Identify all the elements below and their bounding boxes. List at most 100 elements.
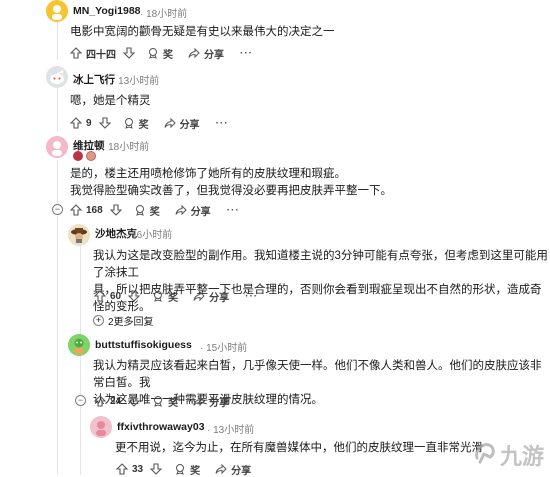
downvote-icon[interactable] [127, 394, 141, 408]
reward-button[interactable]: 奖 [173, 462, 200, 477]
avatar[interactable] [90, 416, 112, 438]
comment-line: 嗯，她是个精灵 [70, 95, 151, 107]
downvote-icon[interactable] [127, 289, 141, 303]
avatar[interactable] [68, 224, 90, 246]
reward-label: 奖 [138, 119, 149, 131]
reward-label: 奖 [163, 49, 173, 61]
vote-count: 9 [86, 117, 92, 129]
share-icon [174, 203, 188, 217]
comment-actions: 60 奖 分享 ··· [93, 289, 258, 304]
flair-badges [73, 151, 96, 161]
comment-line: 是的，楼主还用喷枪修饰了她所有的皮肤纹理和瑕疵。 [70, 168, 346, 180]
award-icon [151, 394, 165, 408]
comment-line: 我认为这是改变脸型的副作用。我知道楼主说的3分钟可能有点夸张，但考虑到这里可能用… [93, 250, 548, 279]
thread-line[interactable] [57, 84, 58, 132]
award-icon [151, 289, 165, 303]
comment-line: 我觉得脸型确实改善了，但我觉得没必要再把皮肤弄平整一下。 [70, 185, 392, 197]
vote-count: 四十四 [86, 49, 116, 61]
share-button[interactable]: 分享 [192, 394, 229, 409]
downvote-icon[interactable] [149, 462, 163, 476]
downvote-icon[interactable] [109, 203, 123, 217]
comment-text: 嗯，她是个精灵 [70, 93, 151, 110]
upvote-icon[interactable] [69, 203, 83, 217]
downvote-icon[interactable] [122, 46, 136, 60]
timestamp: · 18小时前 [102, 142, 150, 153]
watermark-text: 九游 [499, 444, 544, 470]
award-icon [173, 462, 187, 476]
share-icon [187, 46, 201, 60]
share-icon [163, 116, 177, 130]
share-icon [214, 462, 228, 476]
share-label: 分享 [190, 206, 211, 218]
flair-icon [73, 151, 83, 161]
timestamp: · 18小时前 [140, 9, 188, 20]
vote-count: 168 [86, 204, 103, 216]
expand-icon: + [93, 315, 104, 326]
username[interactable]: ffxivthrowaway03 [117, 421, 205, 433]
downvote-icon[interactable] [98, 116, 112, 130]
upvote-icon[interactable] [69, 46, 83, 60]
username[interactable]: MN_Yogi1988 [73, 5, 141, 17]
timestamp: · 15小时前 [200, 343, 248, 354]
upvote-icon[interactable] [93, 394, 107, 408]
timestamp: · 16小时前 [125, 230, 173, 241]
username[interactable]: 冰上飞行 [73, 72, 115, 87]
share-label: 分享 [231, 465, 252, 477]
award-icon [133, 203, 147, 217]
avatar[interactable] [46, 66, 68, 88]
upvote-icon[interactable] [115, 462, 129, 476]
more-options-button[interactable]: ··· [216, 118, 229, 129]
avatar[interactable] [46, 0, 68, 22]
share-button[interactable]: 分享 [174, 203, 211, 218]
flair-icon [86, 151, 96, 161]
timestamp: · 13小时前 [112, 76, 160, 87]
more-options-button[interactable]: ··· [240, 48, 253, 59]
comment-actions: 9 奖 分享 ··· [69, 116, 229, 131]
more-options-button[interactable]: ··· [245, 396, 258, 407]
comment-text: 更不用说，迄今为止，在所有魔兽媒体中，他们的皮肤纹理一直非常光滑 [115, 440, 483, 457]
award-icon [122, 116, 136, 130]
share-label: 分享 [209, 292, 230, 304]
username[interactable]: buttstuffisokiguess [95, 339, 192, 351]
thread-line[interactable] [80, 352, 81, 475]
share-label: 分享 [179, 119, 200, 131]
reward-label: 奖 [168, 397, 179, 409]
share-label: 分享 [209, 397, 230, 409]
share-icon [192, 394, 206, 408]
share-button[interactable]: 分享 [192, 289, 229, 304]
more-options-button[interactable]: ··· [245, 291, 258, 302]
comment-line: 我认为精灵应该看起来白皙，几乎像天使一样。他们不像人类和兽人。他们的皮肤应该非常… [93, 360, 542, 389]
more-replies-link[interactable]: + 2更多回复 [93, 313, 154, 328]
reward-label: 奖 [168, 292, 179, 304]
reward-label: 奖 [149, 206, 160, 218]
upvote-icon[interactable] [93, 289, 107, 303]
vote-count: 24 [110, 395, 122, 407]
comment-line: 电影中宽阔的颧骨无疑是有史以来最伟大的决定之一 [70, 26, 335, 38]
avatar[interactable] [68, 334, 90, 356]
comment-text: 是的，楼主还用喷枪修饰了她所有的皮肤纹理和瑕疵。 我觉得脸型确实改善了，但我觉得… [70, 166, 392, 200]
comment-line: 更不用说，迄今为止，在所有魔兽媒体中，他们的皮肤纹理一直非常光滑 [115, 442, 483, 454]
collapse-thread-button[interactable]: − [52, 204, 63, 215]
collapse-thread-button[interactable]: − [75, 395, 86, 406]
avatar[interactable] [46, 136, 68, 158]
reward-button[interactable]: 奖 [133, 203, 160, 218]
comment-actions: 33 奖 分享 [115, 462, 265, 477]
share-label: 分享 [204, 49, 224, 61]
more-replies-label: 2更多回复 [108, 317, 154, 328]
thread-line[interactable] [57, 16, 58, 60]
comment-text: 电影中宽阔的颧骨无疑是有史以来最伟大的决定之一 [70, 24, 335, 41]
comment-actions: 24 奖 分享 ··· [93, 394, 258, 409]
share-button[interactable]: 分享 [187, 46, 224, 61]
reward-button[interactable]: 奖 [151, 394, 178, 409]
timestamp: · 13小时前 [207, 425, 255, 436]
share-icon [192, 289, 206, 303]
share-button[interactable]: 分享 [163, 116, 200, 131]
reward-button[interactable]: 奖 [151, 289, 178, 304]
reward-button[interactable]: 奖 [122, 116, 149, 131]
comment-text: 我认为这是改变脸型的副作用。我知道楼主说的3分钟可能有点夸张，但考虑到这里可能用… [93, 248, 550, 316]
upvote-icon[interactable] [69, 116, 83, 130]
comment-actions: 168 奖 分享 ··· [69, 203, 240, 218]
reward-button[interactable]: 奖 [146, 46, 173, 61]
share-button[interactable]: 分享 [214, 462, 251, 477]
more-options-button[interactable]: ··· [227, 205, 240, 216]
